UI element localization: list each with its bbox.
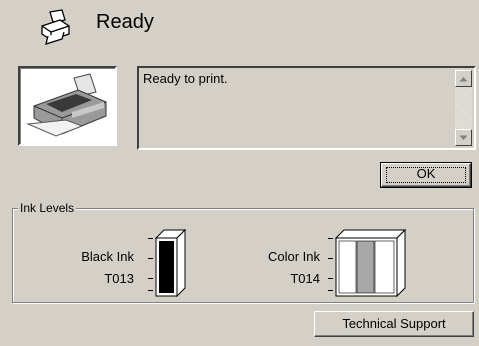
printer-icon [38, 8, 72, 46]
scroll-up-button[interactable] [455, 70, 472, 87]
scroll-down-button[interactable] [455, 129, 472, 146]
black-ink-label: Black Ink [81, 249, 134, 264]
ok-button-label: OK [416, 166, 436, 181]
black-ink-level-fill [159, 241, 174, 293]
color-ink-right-chamber [374, 240, 395, 294]
color-ink-middle-chamber [356, 240, 375, 294]
black-ink-scale [148, 232, 154, 292]
black-ink-code: T013 [104, 271, 134, 286]
ok-button[interactable]: OK [380, 162, 472, 188]
technical-support-button[interactable]: Technical Support [314, 311, 474, 337]
color-ink-left-chamber [338, 240, 357, 294]
technical-support-label: Technical Support [342, 316, 446, 331]
status-message: Ready to print. [143, 71, 228, 86]
ink-levels-heading: Ink Levels [18, 200, 77, 216]
black-ink-cartridge [154, 228, 187, 303]
color-ink-label: Color Ink [267, 249, 320, 264]
status-message-box: Ready to print. [137, 66, 476, 150]
printer-image [18, 66, 117, 146]
color-ink-code: T014 [290, 271, 320, 286]
color-ink-scale [328, 232, 334, 292]
status-title: Ready [96, 11, 154, 33]
arrow-up-icon [459, 76, 468, 81]
color-ink-cartridge [334, 228, 407, 303]
message-scrollbar[interactable] [455, 70, 472, 146]
arrow-down-icon [459, 135, 468, 140]
